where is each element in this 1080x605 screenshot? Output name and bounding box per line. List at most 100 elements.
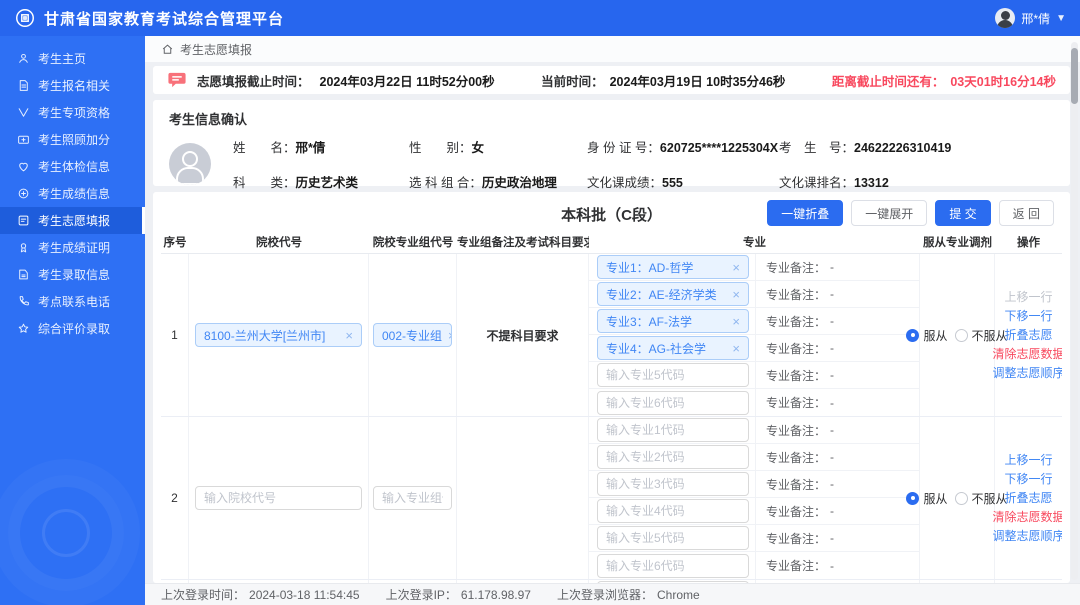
collapse-all-button[interactable]: 一键折叠 bbox=[767, 200, 844, 226]
back-button[interactable]: 返 回 bbox=[998, 200, 1054, 226]
radio-label: 服从 bbox=[923, 491, 948, 506]
major-code-tag-text: 专业1：AD-哲学 bbox=[606, 260, 694, 275]
move-up-link[interactable]: 上移一行 bbox=[1004, 451, 1052, 470]
sidebar-item[interactable]: 考生主页 bbox=[0, 45, 145, 72]
field-value: 13312 bbox=[854, 176, 889, 190]
major-code-input[interactable] bbox=[597, 418, 749, 442]
clear-volunteer-data-link[interactable]: 清除志愿数据 bbox=[993, 345, 1063, 364]
footer-item-value: 61.178.98.97 bbox=[460, 588, 531, 602]
scrollbar-thumb[interactable] bbox=[1071, 48, 1078, 104]
major-code-tag[interactable]: 专业2：AE-经济学类 × bbox=[597, 282, 749, 306]
major-slot: 专业备注：- bbox=[589, 417, 919, 444]
breadcrumb: 考生志愿填报 bbox=[145, 36, 1080, 62]
candidate-avatar bbox=[169, 143, 211, 185]
sidebar-item[interactable]: 考生成绩证明 bbox=[0, 234, 145, 261]
volunteer-batch-card: 本科批（C段） 一键折叠 一键展开提 交返 回 序号 院校代号 院校专业组代号 专业组备… bbox=[153, 192, 1070, 583]
sidebar-item[interactable]: 考生照顾加分 bbox=[0, 126, 145, 153]
user-icon bbox=[17, 52, 30, 65]
current-time-value: 2024年03月19日 10时35分46秒 bbox=[609, 74, 786, 89]
college-code-input[interactable] bbox=[195, 486, 362, 510]
major-slot: 专业备注：- bbox=[589, 471, 919, 498]
check-icon bbox=[17, 106, 30, 119]
cert-icon bbox=[17, 241, 30, 254]
major-note-value: - bbox=[830, 287, 835, 301]
majors-cell: 专业备注：-专业备注：-专业备注：-专业备注：-专业备注：-专业备注：- bbox=[589, 417, 920, 579]
sidebar-item[interactable]: 考生专项资格 bbox=[0, 99, 145, 126]
major-slot: 专业备注：- bbox=[589, 498, 919, 525]
radio-dot-icon bbox=[954, 491, 968, 505]
sidebar-item-label: 考生报名相关 bbox=[38, 79, 111, 93]
sidebar-item[interactable]: 考生志愿填报 bbox=[0, 207, 145, 234]
field-value: 邢*倩 bbox=[295, 141, 326, 155]
major-code-tag[interactable]: 专业1：AD-哲学 × bbox=[597, 255, 749, 279]
major-slot: 专业4：AG-社会学 × 专业备注： - bbox=[589, 335, 919, 362]
major-code-input[interactable] bbox=[597, 526, 749, 550]
major-code-input[interactable] bbox=[597, 553, 749, 578]
footer-item-label: 上次登录IP： bbox=[385, 588, 457, 602]
sidebar-item[interactable]: 考点联系电话 bbox=[0, 288, 145, 315]
major-note: 专业备注：- bbox=[755, 444, 919, 470]
remove-icon[interactable]: × bbox=[732, 314, 740, 329]
adjust-volunteer-order-link[interactable]: 调整志愿顺序 bbox=[993, 527, 1063, 546]
user-menu[interactable]: 邢*倩 ▼ bbox=[995, 8, 1066, 28]
column-header: 专业 bbox=[743, 236, 766, 249]
row-index: 2 bbox=[161, 417, 189, 579]
user-name: 邢*倩 bbox=[1021, 11, 1051, 26]
sidebar-item[interactable]: 考生体检信息 bbox=[0, 153, 145, 180]
remove-icon[interactable]: × bbox=[448, 328, 451, 343]
obey-radio[interactable]: 服从 bbox=[906, 327, 948, 344]
remove-icon[interactable]: × bbox=[345, 328, 353, 343]
remove-icon[interactable]: × bbox=[732, 287, 740, 302]
obey-radio[interactable]: 服从 bbox=[906, 490, 948, 507]
major-note: 专业备注：- bbox=[755, 308, 919, 334]
major-note-label: 专业备注： bbox=[766, 396, 827, 410]
major-note-value: - bbox=[830, 260, 835, 274]
expand-all-button[interactable]: 一键展开 bbox=[851, 200, 928, 226]
batch-header: 本科批（C段） 一键折叠 一键展开提 交返 回 bbox=[169, 200, 1054, 228]
major-code-input[interactable] bbox=[597, 499, 749, 523]
major-code-input[interactable] bbox=[597, 390, 749, 415]
move-up-link[interactable]: 上移一行 bbox=[1004, 288, 1052, 307]
major-code-input[interactable] bbox=[597, 472, 749, 496]
candidate-field: 考 生 号：24622226310419 bbox=[779, 137, 1054, 156]
column-header: 服从专业调剂 bbox=[923, 236, 992, 249]
sidebar-item[interactable]: 综合评价录取 bbox=[0, 315, 145, 342]
major-code-input[interactable] bbox=[597, 445, 749, 469]
move-down-link[interactable]: 下移一行 bbox=[1004, 307, 1052, 326]
sidebar-item-label: 考生主页 bbox=[38, 52, 87, 66]
candidate-field: 性 别：女 bbox=[409, 137, 587, 156]
major-note-label: 专业备注： bbox=[766, 260, 827, 275]
sidebar-item[interactable]: 考生报名相关 bbox=[0, 72, 145, 99]
main-content: 考生志愿填报 志愿填报截止时间： 2024年03月22日 11时52分00秒 当… bbox=[145, 36, 1080, 583]
major-note: 专业备注：- bbox=[755, 335, 919, 361]
candidate-field: 文化课成绩：555 bbox=[587, 172, 779, 191]
phone-icon bbox=[17, 295, 30, 308]
remove-icon[interactable]: × bbox=[732, 260, 740, 275]
collapse-volunteer-link[interactable]: 折叠志愿 bbox=[1004, 326, 1052, 345]
major-group-code-tag[interactable]: 002-专业组 × bbox=[373, 323, 452, 347]
health-icon bbox=[17, 160, 30, 173]
collapse-volunteer-link[interactable]: 折叠志愿 bbox=[1004, 489, 1052, 508]
major-code-input[interactable] bbox=[597, 363, 749, 387]
submit-button[interactable]: 提 交 bbox=[935, 200, 991, 226]
major-note-value: - bbox=[830, 477, 835, 491]
column-header: 操作 bbox=[1017, 236, 1040, 249]
major-group-code-input[interactable] bbox=[373, 486, 452, 510]
college-cell: 8100-兰州大学[兰州市] × bbox=[189, 254, 369, 416]
major-code-tag[interactable]: 专业3：AF-法学 × bbox=[597, 309, 749, 333]
major-note-value: - bbox=[830, 558, 835, 573]
field-label: 文化课成绩： bbox=[587, 176, 663, 190]
scrollbar[interactable] bbox=[1071, 42, 1078, 580]
major-note-label: 专业备注： bbox=[766, 477, 827, 492]
radio-dot-icon bbox=[906, 491, 920, 505]
major-slot: 专业备注：- bbox=[589, 362, 919, 389]
clear-volunteer-data-link[interactable]: 清除志愿数据 bbox=[993, 508, 1063, 527]
sidebar-item[interactable]: 考生录取信息 bbox=[0, 261, 145, 288]
move-down-link[interactable]: 下移一行 bbox=[1004, 470, 1052, 489]
remove-icon[interactable]: × bbox=[732, 341, 740, 356]
major-code-tag[interactable]: 专业4：AG-社会学 × bbox=[597, 336, 749, 360]
sidebar-item[interactable]: 考生成绩信息 bbox=[0, 180, 145, 207]
major-note-value: - bbox=[830, 423, 835, 437]
adjust-volunteer-order-link[interactable]: 调整志愿顺序 bbox=[993, 364, 1063, 383]
college-code-tag[interactable]: 8100-兰州大学[兰州市] × bbox=[195, 323, 362, 347]
